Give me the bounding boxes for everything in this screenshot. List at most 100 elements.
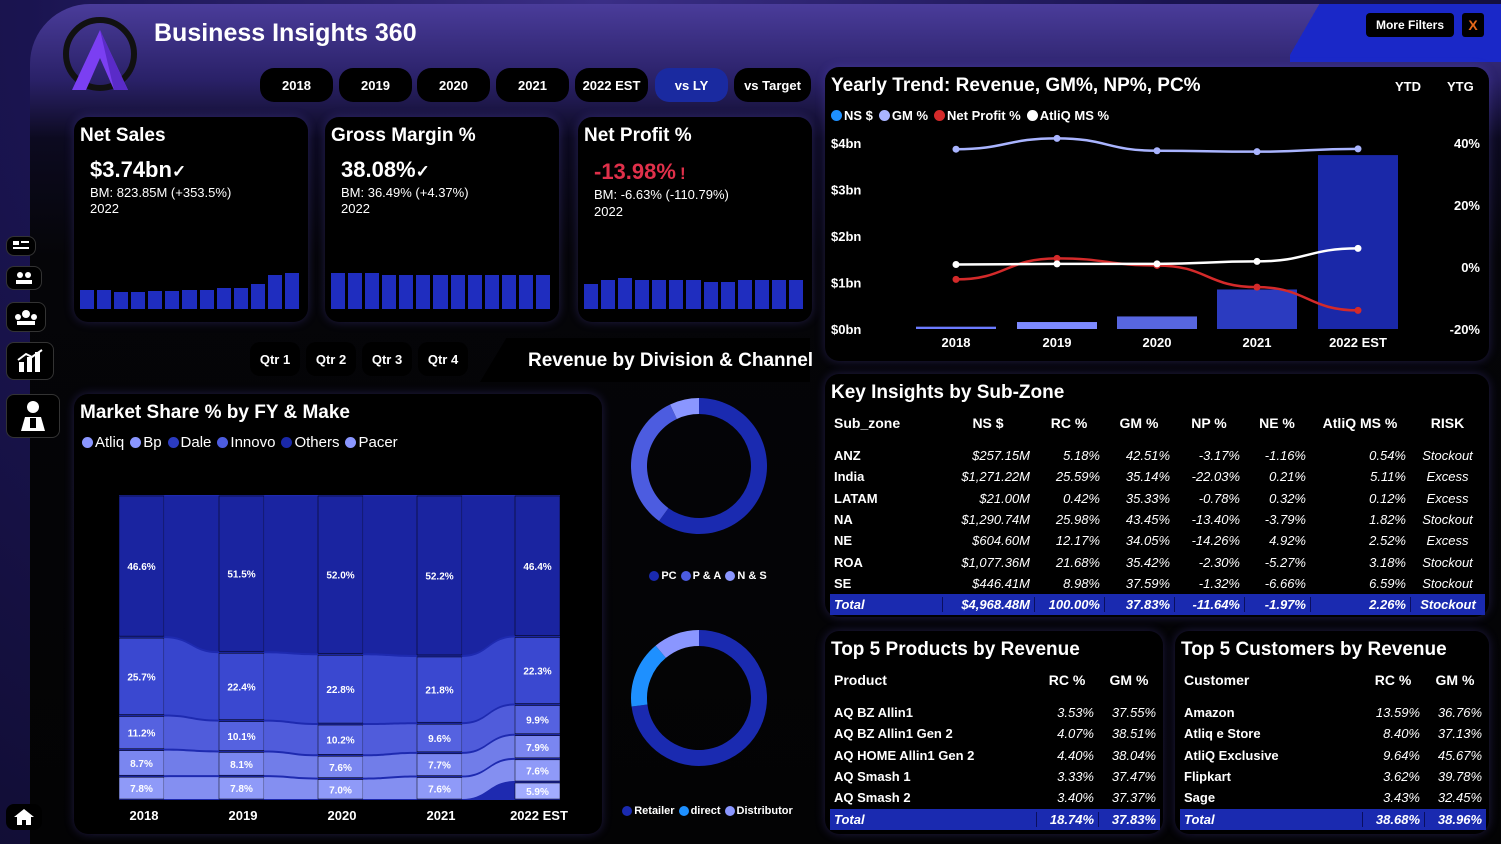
quarter-button-4[interactable]: Qtr 4 [418, 342, 468, 376]
column-header[interactable]: NE % [1244, 415, 1310, 431]
legend-item: P & A [680, 570, 721, 582]
spark-bar [284, 273, 299, 309]
year-button-2018[interactable]: 2018 [260, 68, 333, 102]
table-cell: 0.42% [1063, 490, 1100, 506]
gross-margin-bm: BM: 36.49% (+4.37%) [341, 185, 469, 200]
table-cell: -22.03% [1191, 469, 1240, 485]
spark-bar [416, 274, 431, 309]
ribbon-flow [264, 721, 318, 755]
top-products-table: Product RC % GM % AQ BZ Allin1 3.53% 37.55% AQ… [830, 668, 1160, 832]
net-profit-sparkbars [583, 267, 805, 309]
table-cell: 32.45% [1437, 790, 1482, 806]
legend-label: direct [690, 805, 721, 817]
column-header[interactable]: Sub_zone [830, 415, 942, 431]
table-total-row: Total 38.68% 38.96% [1180, 808, 1486, 830]
legend-label: Distributor [736, 805, 793, 817]
net-sales-card: Net Sales $3.74bn✓ BM: 823.85M (+353.5%)… [74, 117, 308, 322]
sales-view-icon[interactable] [6, 266, 42, 290]
legend-dot [725, 571, 736, 581]
x-tick-label: 2022 EST [510, 808, 568, 823]
division-donuts [631, 398, 767, 766]
trend-point [1153, 260, 1161, 268]
ns-bar [1117, 316, 1197, 329]
column-header[interactable]: NP % [1174, 415, 1244, 431]
column-header[interactable]: GM % [1424, 672, 1486, 688]
gross-margin-sparkbars [330, 267, 552, 309]
more-filters-button[interactable]: More Filters [1366, 13, 1454, 37]
top-customers-title: Top 5 Customers by Revenue [1181, 639, 1447, 660]
table-cell: -5.27% [1264, 554, 1306, 570]
column-header[interactable]: GM % [1104, 415, 1174, 431]
alert-icon: ! [679, 164, 686, 183]
spark-bar [331, 273, 346, 309]
spark-bar [635, 279, 650, 309]
year-button-2021[interactable]: 2021 [496, 68, 569, 102]
top-customers-table: Customer RC % GM % Amazon 13.59% 36.76% Atliq … [1180, 668, 1486, 832]
column-header[interactable]: GM % [1098, 672, 1160, 688]
quarter-button-2[interactable]: Qtr 2 [306, 342, 356, 376]
spark-bar [80, 290, 95, 309]
table-cell: 0.32% [1269, 490, 1306, 506]
table-row: AQ HOME Allin1 Gen 2 4.40% 38.04% [830, 745, 1160, 766]
column-header[interactable]: RC % [1362, 672, 1424, 688]
table-cell: 6.59% [1369, 575, 1406, 591]
home-icon[interactable] [6, 804, 42, 830]
table-row: Sage 3.43% 32.45% [1180, 787, 1486, 808]
vs-target-button[interactable]: vs Target [734, 68, 811, 102]
column-header[interactable]: RC % [1034, 415, 1104, 431]
supply-chain-icon[interactable] [6, 342, 54, 380]
share-label: 9.9% [526, 716, 549, 727]
year-button-2020[interactable]: 2020 [417, 68, 490, 102]
y-tick-label: $2bn [831, 229, 861, 244]
column-header[interactable]: NS $ [942, 415, 1034, 431]
table-cell: AQ Smash 2 [834, 790, 911, 806]
net-profit-value: -13.98%! [594, 159, 686, 184]
column-header[interactable]: Product [830, 672, 1036, 688]
share-label: 5.9% [526, 787, 549, 798]
share-label: 22.3% [523, 667, 551, 678]
trend-point [1354, 145, 1362, 153]
legend-label: Retailer [634, 805, 675, 817]
marketing-view-icon[interactable] [6, 302, 46, 332]
table-cell: -3.17% [1198, 448, 1240, 463]
quarter-button-1[interactable]: Qtr 1 [250, 342, 300, 376]
x-tick-label: 2021 [427, 808, 456, 823]
table-cell: Flipkart [1184, 768, 1231, 784]
table-cell: -1.32% [1198, 575, 1240, 591]
table-cell: $446.41M [972, 575, 1030, 591]
x-tick-label: 2019 [1043, 335, 1072, 350]
legend-dot [622, 806, 633, 816]
finance-view-icon[interactable] [6, 236, 36, 256]
column-header[interactable]: Customer [1180, 672, 1362, 688]
table-cell: 3.40% [1057, 790, 1094, 806]
year-button-2022-est[interactable]: 2022 EST [575, 68, 648, 102]
total-cell: 37.83% [1104, 597, 1174, 613]
column-header[interactable]: RC % [1036, 672, 1098, 688]
spark-bar [233, 288, 248, 309]
column-header[interactable]: AtliQ MS % [1310, 415, 1410, 431]
spark-bar [348, 273, 363, 309]
column-header[interactable]: RISK [1410, 415, 1485, 431]
year-button-2019[interactable]: 2019 [339, 68, 412, 102]
vs-ly-button[interactable]: vs LY [655, 68, 728, 102]
x-tick-label: 2018 [130, 808, 159, 823]
legend-dot [345, 437, 357, 448]
spark-bar [737, 279, 752, 309]
legend-label: Others [294, 434, 340, 451]
table-cell: 45.67% [1437, 747, 1482, 763]
table-cell: 42.51% [1125, 448, 1170, 463]
market-share-title: Market Share % by FY & Make [80, 402, 350, 423]
table-cell: -14.26% [1191, 533, 1240, 549]
legend-label: Dale [180, 434, 212, 451]
trend-point [1053, 134, 1061, 142]
share-label: 10.2% [326, 736, 354, 747]
legend-dot [130, 437, 142, 448]
ns-bar [916, 326, 996, 329]
close-filters-button[interactable]: X [1462, 13, 1484, 37]
quarter-button-3[interactable]: Qtr 3 [362, 342, 412, 376]
trend-point [1253, 283, 1261, 291]
net-sales-year: 2022 [90, 201, 119, 216]
legend-label: Bp [143, 434, 162, 451]
app-title: Business Insights 360 [154, 19, 417, 47]
executive-view-icon[interactable] [6, 394, 60, 438]
